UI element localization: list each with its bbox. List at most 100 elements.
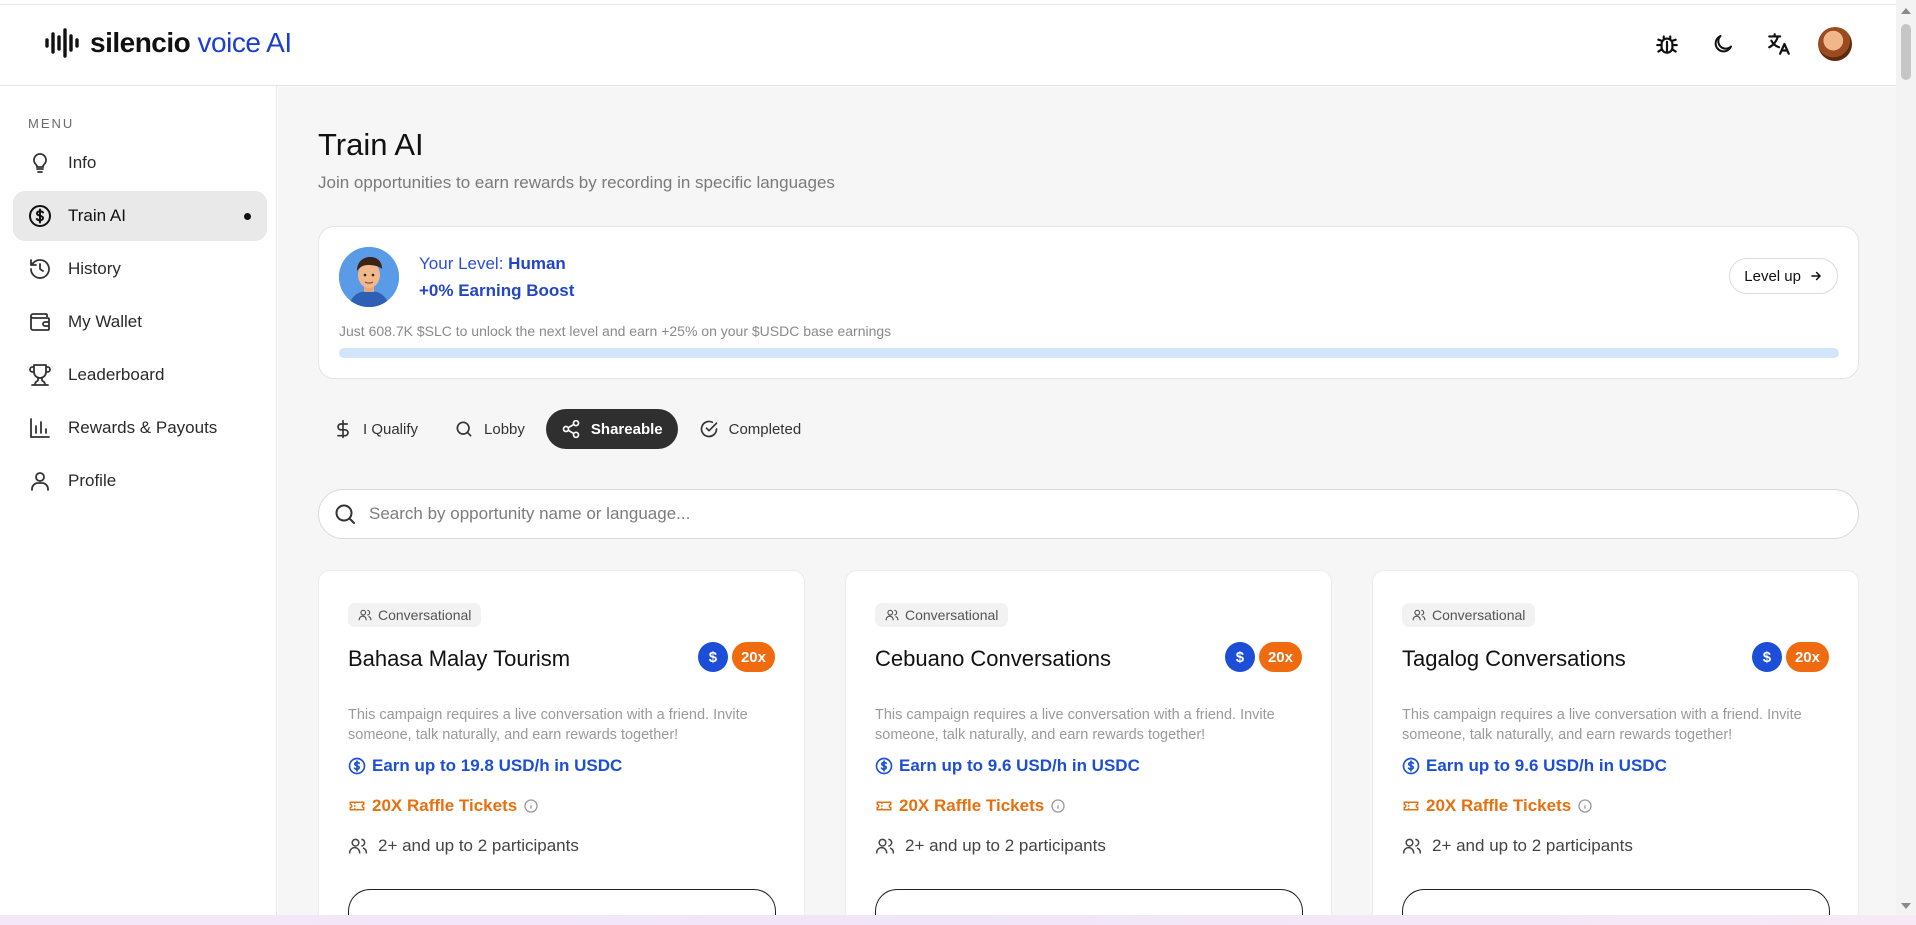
level-up-button[interactable]: Level up [1729,258,1838,294]
users-icon [885,608,899,622]
menu-label: MENU [28,116,75,131]
category-label: Conversational [1432,607,1526,623]
sidebar-item-label: History [68,259,121,278]
history-icon [28,257,52,281]
tab-completed[interactable]: Completed [684,409,817,449]
info-icon[interactable] [1050,798,1066,814]
card-description: This campaign requires a live conversati… [348,707,748,743]
search-icon [454,419,474,439]
category-label: Conversational [378,607,472,623]
brand-name: silencio voice AI [90,27,292,58]
ticket-icon [875,797,893,815]
page-subtitle: Join opportunities to earn rewards by re… [318,173,835,192]
info-icon[interactable] [523,798,539,814]
sidebar-item-rewards-payouts[interactable]: Rewards & Payouts [13,403,267,453]
sidebar-item-leaderboard[interactable]: Leaderboard [13,350,267,400]
category-chip: Conversational [875,603,1009,627]
card-description: This campaign requires a live conversati… [875,707,1275,743]
tab-shareable[interactable]: Shareable [545,409,678,449]
raffle-text: 20X Raffle Tickets [1426,796,1572,815]
moon-icon[interactable] [1706,27,1740,61]
participants: 2+ and up to 2 participants [348,836,579,856]
tab-lobby[interactable]: Lobby [439,409,540,449]
dollar-circle-icon [1402,757,1420,775]
user-icon [28,469,52,493]
participants-text: 2+ and up to 2 participants [905,836,1106,855]
scroll-up-arrow-icon[interactable] [1901,8,1911,14]
level-card: Your Level: Human +0% Earning Boost Just… [318,226,1859,379]
scroll-down-arrow-icon[interactable] [1901,903,1911,909]
earn-text: Earn up to 9.6 USD/h in USDC [1426,756,1667,775]
bug-icon[interactable] [1650,27,1684,61]
dollar-circle-icon [28,204,52,228]
tab-label: I Qualify [363,420,419,438]
level-avatar [339,247,399,307]
share-icon [561,419,581,439]
level-label: Your Level: Human [419,254,566,273]
earn-text: Earn up to 9.6 USD/h in USDC [899,756,1140,775]
multiplier-badge: 20x [1785,642,1829,672]
card-badges: $ 20x [1224,642,1302,672]
card-description: This campaign requires a live conversati… [1402,707,1802,743]
raffle-tickets: 20X Raffle Tickets [348,796,539,816]
sidebar-item-my-wallet[interactable]: My Wallet [13,297,267,347]
users-icon [348,836,368,856]
usd-badge: $ [1751,642,1782,672]
active-indicator-dot [244,213,251,220]
check-circle-icon [699,419,719,439]
users-icon [358,608,372,622]
main-content: Train AI Join opportunities to earn rewa… [278,87,1896,925]
wallet-icon [28,310,52,334]
level-up-label: Level up [1744,267,1801,285]
page-scrollbar[interactable] [1896,0,1916,915]
opportunity-tabs: I Qualify Lobby Shareable Completed [318,409,816,449]
info-icon[interactable] [1577,798,1593,814]
ticket-icon [348,797,366,815]
level-progress-bar [339,348,1839,358]
tab-label: Shareable [590,420,663,438]
sidebar-nav: Info Train AI History My Wallet Leaderbo… [13,138,267,509]
sidebar-item-info[interactable]: Info [13,138,267,188]
arrow-right-icon [1809,269,1823,283]
category-chip: Conversational [1402,603,1536,627]
dollar-circle-icon [348,757,366,775]
earn-rate: Earn up to 9.6 USD/h in USDC [1402,756,1667,776]
participants-text: 2+ and up to 2 participants [1432,836,1633,855]
raffle-text: 20X Raffle Tickets [899,796,1045,815]
brand-logo[interactable]: silencio voice AI [44,27,292,59]
sidebar-item-label: Profile [68,471,117,490]
earning-boost: +0% Earning Boost [419,281,575,300]
opportunity-card[interactable]: Conversational Tagalog Conversations $ 2… [1372,570,1859,925]
participants: 2+ and up to 2 participants [1402,836,1633,856]
dollar-icon [333,419,353,439]
card-title: Tagalog Conversations [1402,646,1626,671]
sidebar-item-label: Rewards & Payouts [68,418,218,437]
search-input[interactable] [369,504,1769,524]
users-icon [1402,836,1422,856]
raffle-tickets: 20X Raffle Tickets [875,796,1066,816]
tab-label: Lobby [484,420,525,438]
bottom-strip [0,915,1916,925]
trophy-icon [28,363,52,387]
ticket-icon [1402,797,1420,815]
tab-i-qualify[interactable]: I Qualify [318,409,433,449]
earn-rate: Earn up to 9.6 USD/h in USDC [875,756,1140,776]
waveform-icon [44,28,82,58]
raffle-text: 20X Raffle Tickets [372,796,518,815]
usd-badge: $ [1224,642,1255,672]
top-bar: silencio voice AI [0,4,1896,86]
card-badges: $ 20x [1751,642,1829,672]
sidebar-item-profile[interactable]: Profile [13,456,267,506]
scrollbar-thumb[interactable] [1901,24,1911,80]
translate-icon[interactable] [1762,27,1796,61]
sidebar-item-history[interactable]: History [13,244,267,294]
opportunity-card[interactable]: Conversational Bahasa Malay Tourism $ 20… [318,570,805,925]
tab-label: Completed [728,420,802,438]
category-chip: Conversational [348,603,482,627]
user-avatar[interactable] [1818,27,1852,61]
opportunity-card[interactable]: Conversational Cebuano Conversations $ 2… [845,570,1332,925]
sidebar-item-train-ai[interactable]: Train AI [13,191,267,241]
usd-badge: $ [697,642,728,672]
sidebar-item-label: Info [68,153,97,172]
card-badges: $ 20x [697,642,775,672]
